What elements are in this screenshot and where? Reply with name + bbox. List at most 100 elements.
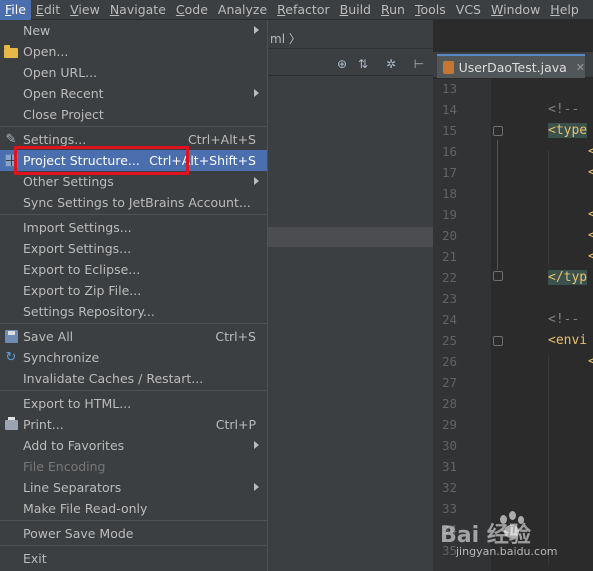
menu-item-sync-settings[interactable]: Sync Settings to JetBrains Account... (0, 192, 267, 213)
menu-separator (0, 214, 267, 215)
menu-window[interactable]: Window (486, 0, 545, 20)
code-line-19: < (588, 207, 593, 222)
menu-item-file-encoding: File Encoding (23, 459, 106, 474)
close-tab-icon[interactable]: ✕ (576, 61, 585, 74)
breadcrumb[interactable]: ml 〉 (270, 30, 301, 47)
line-number: 14 (441, 102, 457, 117)
fold-marker-icon[interactable] (493, 336, 503, 346)
menu-run[interactable]: Run (376, 0, 410, 20)
line-number: 21 (441, 249, 457, 264)
paw-icon (496, 511, 526, 541)
annotation-highlight-box (14, 146, 189, 175)
line-number: 20 (441, 228, 457, 243)
hide-panel-icon[interactable]: ⊢ (412, 57, 426, 71)
menu-vcs[interactable]: VCS (451, 0, 486, 20)
code-line-26: < (588, 354, 593, 369)
line-number: 30 (441, 438, 457, 453)
code-line-16: < (588, 144, 593, 159)
menu-help[interactable]: Help (545, 0, 584, 20)
submenu-arrow-icon (254, 26, 259, 34)
wrench-icon: ✎ (5, 132, 17, 147)
line-number: 19 (441, 207, 457, 222)
project-panel-header (268, 52, 433, 76)
menu-item-save-all[interactable]: Save All Ctrl+S (0, 326, 267, 347)
line-number: 18 (441, 186, 457, 201)
line-number: 23 (441, 291, 457, 306)
watermark: Bai 经验 jingyan.baidu.com (440, 505, 590, 567)
menu-build[interactable]: Build (335, 0, 376, 20)
editor-gutter: 13 14 15 16 17 18 19 20 21 22 23 24 25 2… (433, 79, 491, 571)
menu-item-open-recent[interactable]: Open Recent (0, 83, 267, 104)
menu-item-print[interactable]: Print... Ctrl+P (0, 414, 267, 435)
code-line-20: < (588, 228, 593, 243)
menu-item-make-read-only[interactable]: Make File Read-only (0, 498, 267, 519)
line-number: 16 (441, 144, 457, 159)
fold-marker-icon[interactable] (493, 126, 503, 136)
menu-item-exit[interactable]: Exit (0, 548, 267, 569)
menu-item-open-url[interactable]: Open URL... (0, 62, 267, 83)
line-number: 27 (441, 375, 457, 390)
menu-separator (0, 520, 267, 521)
menu-refactor[interactable]: Refactor (272, 0, 334, 20)
project-tree-selected-row[interactable] (268, 227, 433, 247)
menu-code[interactable]: Code (171, 0, 213, 20)
menu-item-export-zip[interactable]: Export to Zip File... (0, 280, 267, 301)
menu-item-new[interactable]: New (0, 20, 267, 41)
code-line-22: </typ (548, 270, 588, 285)
line-number: 15 (441, 123, 457, 138)
menu-tools[interactable]: Tools (410, 0, 451, 20)
submenu-arrow-icon (254, 441, 259, 449)
file-menu: New Open... Open URL... Open Recent Clos… (0, 20, 268, 571)
line-number: 24 (441, 312, 457, 327)
menu-separator (0, 390, 267, 391)
menu-file[interactable]: File (0, 0, 31, 20)
menu-item-close-project[interactable]: Close Project (0, 104, 267, 125)
code-line-25: <envi (548, 333, 588, 348)
code-line-14: <!-- (548, 102, 580, 117)
submenu-arrow-icon (254, 89, 259, 97)
submenu-arrow-icon (254, 177, 259, 185)
menu-item-export-eclipse[interactable]: Export to Eclipse... (0, 259, 267, 280)
menu-item-export-settings[interactable]: Export Settings... (0, 238, 267, 259)
collapse-icon[interactable]: ⇅ (356, 57, 370, 71)
submenu-arrow-icon (254, 483, 259, 491)
editor-tab[interactable]: UserDaoTest.java ✕ (437, 54, 585, 78)
java-file-icon (443, 60, 454, 74)
menu-separator (0, 126, 267, 127)
menu-separator (0, 545, 267, 546)
menu-item-invalidate-caches[interactable]: Invalidate Caches / Restart... (0, 368, 267, 389)
gear-icon[interactable]: ✲ (384, 57, 398, 71)
project-panel (268, 77, 433, 571)
save-icon (4, 330, 18, 343)
code-line-21: < (588, 249, 593, 264)
menu-edit[interactable]: Edit (31, 0, 65, 20)
menu-item-power-save-mode[interactable]: Power Save Mode (0, 523, 267, 544)
line-number: 31 (441, 459, 457, 474)
menu-item-import-settings[interactable]: Import Settings... (0, 217, 267, 238)
menu-item-add-to-favorites[interactable]: Add to Favorites (0, 435, 267, 456)
sync-icon: ↻ (5, 350, 17, 365)
menu-navigate[interactable]: Navigate (105, 0, 171, 20)
menu-item-synchronize[interactable]: ↻ Synchronize (0, 347, 267, 368)
folder-icon (4, 44, 18, 58)
menu-item-open[interactable]: Open... (0, 41, 267, 62)
code-line-17: < (588, 165, 593, 180)
menu-bar: File Edit View Navigate Code Analyze Ref… (0, 0, 593, 20)
menu-view[interactable]: View (65, 0, 105, 20)
line-number: 13 (441, 81, 457, 96)
locate-icon[interactable]: ⊕ (335, 57, 349, 71)
code-line-24: <!-- (548, 312, 580, 327)
fold-marker-icon[interactable] (493, 271, 503, 281)
line-number: 32 (441, 480, 457, 495)
menu-analyze[interactable]: Analyze (213, 0, 272, 20)
menu-separator (0, 323, 267, 324)
code-line-15: <type (548, 123, 588, 138)
line-number: 22 (441, 270, 457, 285)
fold-guide (497, 140, 498, 270)
editor-tab-label: UserDaoTest.java (458, 59, 567, 75)
menu-item-export-html[interactable]: Export to HTML... (0, 393, 267, 414)
menu-item-line-separators[interactable]: Line Separators (0, 477, 267, 498)
line-number: 17 (441, 165, 457, 180)
line-number: 29 (441, 417, 457, 432)
menu-item-settings-repository[interactable]: Settings Repository... (0, 301, 267, 322)
